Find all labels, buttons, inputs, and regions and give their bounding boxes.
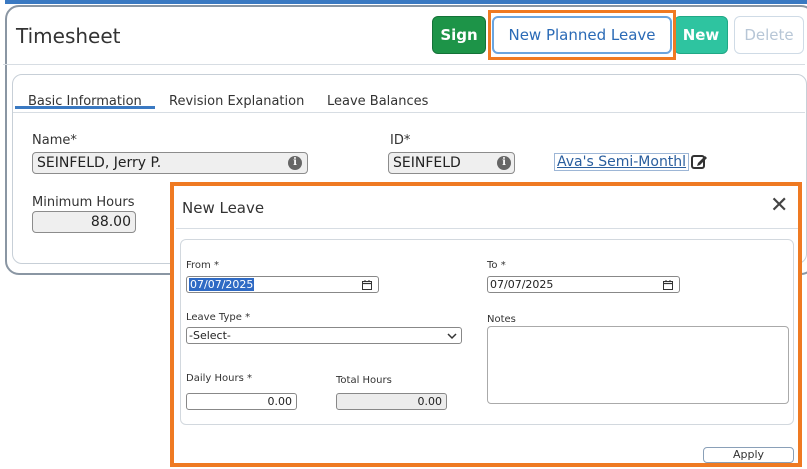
total-hours-label: Total Hours <box>336 375 392 386</box>
leave-type-select[interactable]: -Select- <box>186 327 462 344</box>
tab-leave-balances[interactable]: Leave Balances <box>327 94 428 109</box>
tabs-divider <box>13 112 805 113</box>
from-date-value: 07/07/2025 <box>189 278 255 291</box>
chevron-down-icon <box>447 333 457 340</box>
calendar-icon[interactable] <box>663 280 673 290</box>
leave-type-value: -Select- <box>189 329 231 342</box>
to-label: To * <box>487 260 506 271</box>
apply-button[interactable]: Apply <box>703 447 794 463</box>
new-leave-dialog: New Leave ✕ From * 07/07/2025 To * 07/07… <box>170 182 802 467</box>
info-icon[interactable]: i <box>288 156 302 170</box>
notes-textarea[interactable] <box>487 326 789 404</box>
notes-label: Notes <box>487 314 516 325</box>
id-label: ID* <box>390 133 411 148</box>
to-date-input[interactable]: 07/07/2025 <box>487 276 680 293</box>
from-label: From * <box>186 260 219 271</box>
id-field[interactable]: SEINFELD <box>388 152 515 174</box>
dialog-title: New Leave <box>182 199 265 217</box>
close-icon[interactable]: ✕ <box>770 195 788 217</box>
info-icon[interactable]: i <box>497 156 511 170</box>
dialog-divider <box>176 228 798 229</box>
active-tab-indicator <box>15 106 155 109</box>
name-field[interactable]: SEINFELD, Jerry P. <box>32 152 308 174</box>
header-divider <box>3 64 805 65</box>
leave-type-label: Leave Type * <box>186 312 251 323</box>
page-title: Timesheet <box>16 24 121 48</box>
sign-button[interactable]: Sign <box>432 16 486 54</box>
minimum-hours-label: Minimum Hours <box>32 195 135 210</box>
daily-hours-input[interactable]: 0.00 <box>186 393 297 410</box>
new-button[interactable]: New <box>674 16 728 54</box>
daily-hours-label: Daily Hours * <box>186 373 252 384</box>
calendar-icon[interactable] <box>362 280 372 290</box>
tab-revision-explanation[interactable]: Revision Explanation <box>169 94 304 109</box>
top-accent-bar <box>5 0 807 4</box>
total-hours-field: 0.00 <box>336 393 447 410</box>
schedule-link[interactable]: Ava's Semi-Monthl <box>554 153 690 171</box>
edit-icon[interactable] <box>690 153 708 171</box>
minimum-hours-field[interactable]: 88.00 <box>32 211 136 233</box>
from-date-input[interactable]: 07/07/2025 <box>186 276 379 293</box>
name-label: Name* <box>32 133 77 148</box>
delete-button[interactable]: Delete <box>734 16 804 54</box>
to-date-value: 07/07/2025 <box>490 278 554 291</box>
highlight-frame <box>488 10 676 60</box>
